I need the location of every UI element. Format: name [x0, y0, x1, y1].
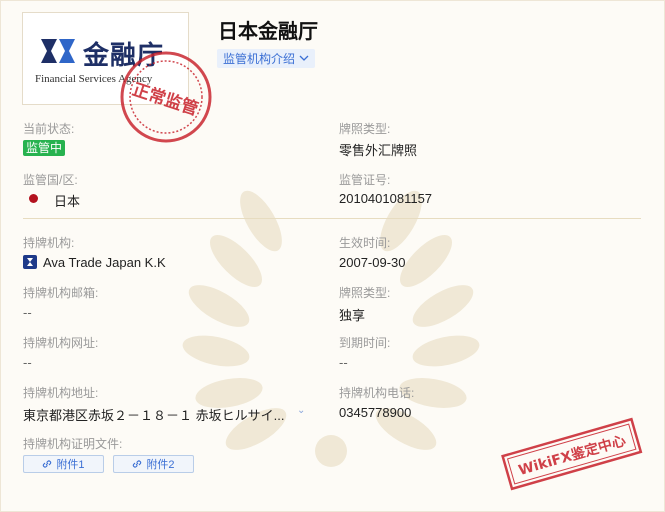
link-icon: [133, 460, 142, 468]
license-no-value: 2010401081157: [339, 191, 433, 206]
effective-value: 2007-09-30: [339, 255, 406, 270]
email-label: 持牌机构邮箱:: [23, 286, 99, 300]
attachment-2-label: 附件2: [146, 459, 175, 471]
share-label: 牌照类型:: [339, 286, 391, 300]
address-value: 東京都港区赤坂２－１８－１ 赤坂ヒルサイ...: [23, 408, 285, 423]
email-value: --: [23, 305, 32, 320]
address-expand-icon[interactable]: ⌄: [297, 405, 305, 416]
section-divider: [23, 218, 641, 219]
japan-flag-icon: [29, 194, 38, 203]
license-type-label: 牌照类型:: [339, 122, 391, 136]
attachment-1-button[interactable]: 附件1: [23, 455, 104, 473]
intro-label: 监管机构介绍: [223, 52, 296, 66]
phone-value: 0345778900: [339, 405, 412, 420]
attachment-1-label: 附件1: [56, 459, 85, 471]
website-label: 持牌机构网址:: [23, 336, 99, 350]
effective-label: 生效时间:: [339, 236, 391, 250]
docs-label: 持牌机构证明文件:: [23, 437, 123, 451]
chevron-down-icon: [299, 55, 309, 61]
attachment-2-button[interactable]: 附件2: [113, 455, 194, 473]
laurel-watermark-icon: [182, 190, 480, 467]
stamp-bottom-text: WikiFX鉴定中心: [517, 432, 628, 479]
phone-label: 持牌机构电话:: [339, 386, 415, 400]
expiry-label: 到期时间:: [339, 336, 391, 350]
logo-text-en: Financial Services Agency: [35, 73, 153, 85]
status-label: 当前状态:: [23, 122, 75, 136]
fsa-logo-icon: [41, 39, 75, 63]
share-value: 独享: [339, 308, 366, 323]
institution-label: 持牌机构:: [23, 236, 75, 250]
address-label: 持牌机构地址:: [23, 386, 99, 400]
institution-logo-icon: [23, 255, 37, 269]
wikifx-stamp-icon: WikiFX鉴定中心: [501, 417, 643, 491]
page-title: 日本金融厅: [218, 21, 318, 43]
license-type-value: 零售外汇牌照: [339, 143, 418, 158]
institution-value[interactable]: Ava Trade Japan K.K: [43, 255, 166, 270]
status-badge: 监管中: [23, 140, 66, 156]
logo-text-jp: 金融庁: [83, 41, 165, 71]
link-icon: [43, 460, 52, 468]
country-value: 日本: [54, 194, 81, 209]
country-label: 监管国/区:: [23, 173, 78, 187]
regulator-logo: 金融庁 Financial Services Agency: [22, 12, 189, 105]
regulator-intro-dropdown[interactable]: 监管机构介绍: [217, 49, 316, 68]
license-no-label: 监管证号:: [339, 173, 391, 187]
expiry-value: --: [339, 355, 348, 370]
website-value: --: [23, 355, 32, 370]
license-card: 金融庁 Financial Services Agency 正常监管 日本金融厅…: [0, 0, 665, 512]
